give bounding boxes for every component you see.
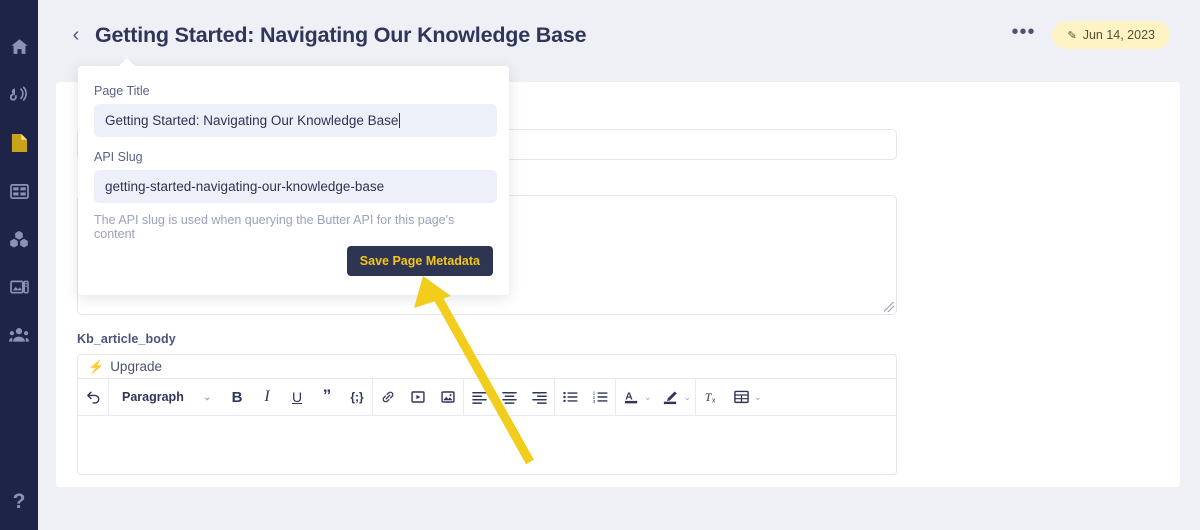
grid-icon — [9, 183, 29, 199]
sidebar-item-media[interactable] — [4, 274, 34, 300]
toolbar-group-format: B I U ” {;} — [222, 379, 372, 416]
align-left-icon — [471, 392, 487, 404]
editor-field-label: Kb_article_body — [77, 332, 176, 346]
align-left-button[interactable] — [464, 379, 494, 416]
media-icon — [9, 280, 29, 294]
sidebar-nav — [4, 0, 34, 348]
upgrade-label: Upgrade — [110, 359, 162, 374]
svg-text:x: x — [712, 398, 716, 405]
sidebar-item-team[interactable] — [4, 322, 34, 348]
toolbar-group-insert — [373, 379, 463, 416]
highlight-button[interactable] — [656, 379, 686, 416]
toolbar-group-align — [464, 379, 554, 416]
table-icon — [733, 390, 749, 404]
chevron-down-icon: ⌄ — [754, 391, 762, 402]
text-color-icon: A — [624, 391, 637, 403]
rich-text-editor: ⚡ Upgrade Paragraph ⌄ B I U ” {;} 1 2 3 … — [77, 354, 897, 475]
help-icon[interactable]: ? — [13, 491, 26, 512]
code-button[interactable]: {;} — [342, 379, 372, 416]
blocks-icon — [10, 230, 28, 248]
sidebar-footer: ? — [0, 491, 38, 512]
sidebar-item-collections[interactable] — [4, 178, 34, 204]
api-slug-label: API Slug — [94, 150, 143, 164]
align-right-button[interactable] — [524, 379, 554, 416]
clear-format-button[interactable]: T x — [696, 379, 726, 416]
api-slug-hint: The API slug is used when querying the B… — [94, 213, 455, 241]
underline-button[interactable]: U — [282, 379, 312, 416]
people-icon — [9, 328, 29, 342]
undo-button[interactable] — [78, 379, 108, 416]
page-title-input[interactable]: Getting Started: Navigating Our Knowledg… — [94, 104, 497, 137]
bullet-list-icon — [562, 391, 578, 403]
align-center-button[interactable] — [494, 379, 524, 416]
page-title-label: Page Title — [94, 84, 150, 98]
italic-button[interactable]: I — [252, 379, 282, 416]
bold-button[interactable]: B — [222, 379, 252, 416]
page-icon — [11, 134, 27, 152]
editor-field-label-group: Kb_article_body — [77, 332, 176, 353]
sidebar-item-pages[interactable] — [4, 130, 34, 156]
back-button[interactable]: ‹ — [68, 25, 84, 45]
image-icon — [441, 391, 455, 403]
publish-date-label: Jun 14, 2023 — [1082, 28, 1155, 42]
table-control[interactable]: ⌄ — [726, 379, 766, 416]
text-color-control[interactable]: A ⌄ — [616, 379, 656, 416]
page-title-input-value: Getting Started: Navigating Our Knowledg… — [105, 113, 399, 128]
numbered-list-icon: 123 — [592, 391, 608, 404]
chevron-down-icon: ⌄ — [203, 391, 211, 402]
resize-handle-icon[interactable] — [884, 302, 894, 312]
text-caret — [399, 113, 401, 128]
paragraph-style-label: Paragraph — [122, 390, 184, 404]
link-button[interactable] — [373, 379, 403, 416]
editor-toolbar: Paragraph ⌄ B I U ” {;} 1 2 3 A ⌄ ⌄ T x … — [78, 378, 896, 416]
align-center-icon — [501, 392, 517, 404]
page-title: Getting Started: Navigating Our Knowledg… — [95, 22, 587, 47]
video-icon — [411, 391, 425, 403]
paragraph-style-dropdown[interactable]: Paragraph ⌄ — [109, 379, 222, 416]
toolbar-group-lists: 123 — [555, 379, 615, 416]
numbered-list-button[interactable]: 123 — [585, 379, 615, 416]
sidebar-item-home[interactable] — [4, 34, 34, 60]
video-button[interactable] — [403, 379, 433, 416]
text-color-button[interactable]: A — [616, 379, 646, 416]
api-slug-input-value: getting-started-navigating-our-knowledge… — [105, 179, 385, 194]
sidebar-item-blog[interactable] — [4, 82, 34, 108]
broadcast-icon — [9, 86, 27, 101]
api-slug-input[interactable]: getting-started-navigating-our-knowledge… — [94, 170, 497, 203]
align-right-icon — [531, 392, 547, 404]
image-button[interactable] — [433, 379, 463, 416]
toolbar-group-misc: T x ⌄ — [696, 379, 766, 416]
clear-format-icon: T x — [705, 391, 716, 405]
pencil-icon: ✎ — [1067, 29, 1077, 42]
toolbar-group-color: A ⌄ ⌄ — [616, 379, 695, 416]
chevron-down-icon: ⌄ — [644, 391, 652, 402]
highlight-control[interactable]: ⌄ — [656, 379, 696, 416]
lightning-bolt-icon: ⚡ — [88, 358, 105, 374]
sidebar-item-components[interactable] — [4, 226, 34, 252]
blockquote-button[interactable]: ” — [312, 379, 342, 416]
overflow-menu-button[interactable]: ••• — [1011, 22, 1035, 43]
toolbar-group-history — [78, 379, 108, 416]
sidebar: ? — [0, 0, 38, 530]
page-header: ‹ Getting Started: Navigating Our Knowle… — [38, 0, 1200, 70]
home-icon — [10, 39, 28, 54]
bullet-list-button[interactable] — [555, 379, 585, 416]
undo-icon — [87, 391, 100, 404]
publish-date-badge[interactable]: ✎ Jun 14, 2023 — [1052, 21, 1170, 49]
link-icon — [382, 391, 394, 403]
svg-text:A: A — [625, 391, 633, 402]
header-actions: ••• ✎ Jun 14, 2023 — [1011, 21, 1170, 49]
save-page-metadata-button[interactable]: Save Page Metadata — [346, 246, 493, 276]
table-button[interactable] — [726, 379, 756, 416]
editor-content-area[interactable] — [78, 416, 896, 474]
page-metadata-popover: Page Title Getting Started: Navigating O… — [78, 58, 509, 295]
upgrade-bar[interactable]: ⚡ Upgrade — [78, 355, 896, 379]
app-root: ? ‹ Getting Started: Navigating Our Know… — [0, 0, 1200, 530]
chevron-down-icon: ⌄ — [683, 391, 692, 402]
svg-text:3: 3 — [592, 399, 595, 404]
pen-icon — [663, 390, 677, 404]
